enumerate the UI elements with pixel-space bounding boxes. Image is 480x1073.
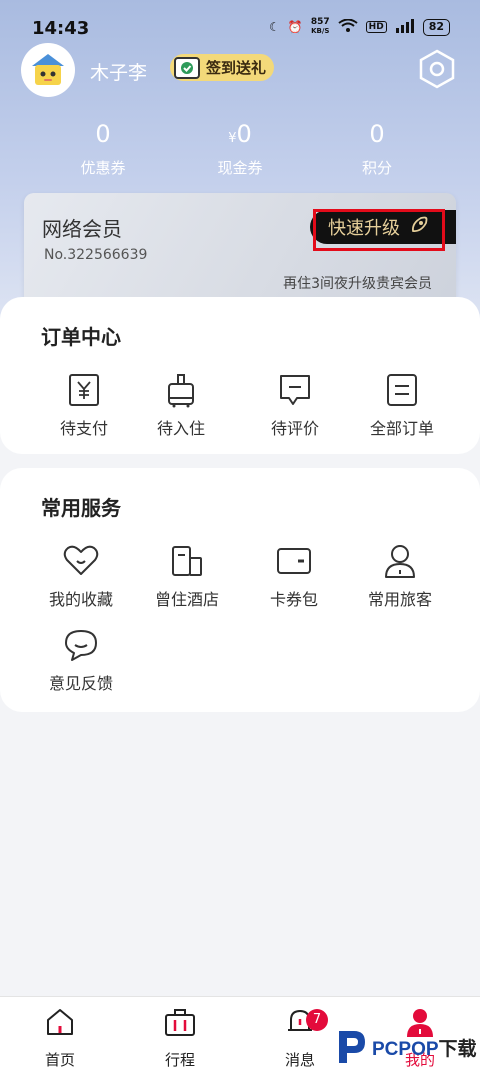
tab-messages[interactable]: 7 消息 (260, 1005, 340, 1070)
highlight-box (313, 209, 445, 251)
status-bar: 14:43 ☾ ⏰ 857 KB/S HD 82 (0, 0, 480, 58)
order-all[interactable]: 全部订单 (352, 371, 452, 439)
calendar-check-icon (174, 56, 200, 79)
document-icon (383, 371, 421, 409)
service-feedback[interactable]: 意见反馈 (31, 626, 131, 694)
order-center-title: 订单中心 (41, 325, 121, 349)
feedback-icon (62, 626, 100, 664)
username[interactable]: 木子李 (90, 58, 147, 85)
service-favorites[interactable]: 我的收藏 (31, 542, 131, 610)
services-panel: 常用服务 我的收藏 曾住酒店 卡券包 常用旅客 意见反馈 (0, 468, 480, 712)
signal-icon (395, 18, 415, 36)
order-center-panel: 订单中心 待支付 待入住 待评价 全部订单 (0, 297, 480, 454)
order-pending-checkin[interactable]: 待入住 (131, 371, 231, 439)
order-pending-review[interactable]: 待评价 (245, 371, 345, 439)
services-title: 常用服务 (41, 496, 121, 520)
heart-icon (62, 542, 100, 580)
bell-icon (260, 1005, 340, 1039)
stat-points[interactable]: 0 积分 (317, 118, 437, 178)
settings-button[interactable] (414, 46, 460, 92)
net-speed: 857 KB/S (310, 17, 330, 36)
moon-icon: ☾ (269, 20, 280, 34)
member-number: No.322566639 (44, 247, 148, 263)
building-icon (168, 542, 206, 580)
wallet-icon (275, 542, 313, 580)
settings-hexagon-icon (419, 49, 455, 89)
stat-coupons[interactable]: 0 优惠券 (43, 118, 163, 178)
wifi-icon (338, 18, 358, 36)
status-time: 14:43 (32, 18, 90, 39)
luggage-icon (162, 371, 200, 409)
avatar[interactable] (21, 43, 75, 97)
upgrade-hint: 再住3间夜升级贵宾会员 (283, 276, 432, 292)
person-icon (381, 542, 419, 580)
service-stayed-hotels[interactable]: 曾住酒店 (137, 542, 237, 610)
member-level: 网络会员 (42, 217, 122, 241)
order-pending-payment[interactable]: 待支付 (34, 371, 134, 439)
checkin-button[interactable]: 签到送礼 (170, 54, 274, 81)
tab-home[interactable]: 首页 (20, 1005, 100, 1070)
suitcase-icon (140, 1005, 220, 1039)
pcpop-logo-icon (339, 1031, 365, 1063)
comment-icon (276, 371, 314, 409)
service-wallet[interactable]: 卡券包 (244, 542, 344, 610)
yuan-receipt-icon (65, 371, 103, 409)
stat-cash-vouchers[interactable]: ¥0 现金券 (180, 118, 300, 178)
battery-indicator: 82 (422, 18, 450, 36)
watermark-logo: PCPOP下载 (334, 1026, 480, 1068)
alarm-icon: ⏰ (287, 20, 303, 34)
stats-row: 0 优惠券 ¥0 现金券 0 积分 (0, 118, 480, 178)
service-frequent-travelers[interactable]: 常用旅客 (350, 542, 450, 610)
home-icon (20, 1005, 100, 1039)
avatar-house-icon (32, 54, 64, 85)
status-icons: ☾ ⏰ 857 KB/S HD 82 (269, 18, 450, 36)
checkin-label: 签到送礼 (206, 59, 267, 77)
hd-icon: HD (365, 21, 387, 33)
tab-trips[interactable]: 行程 (140, 1005, 220, 1070)
message-badge: 7 (306, 1009, 328, 1031)
